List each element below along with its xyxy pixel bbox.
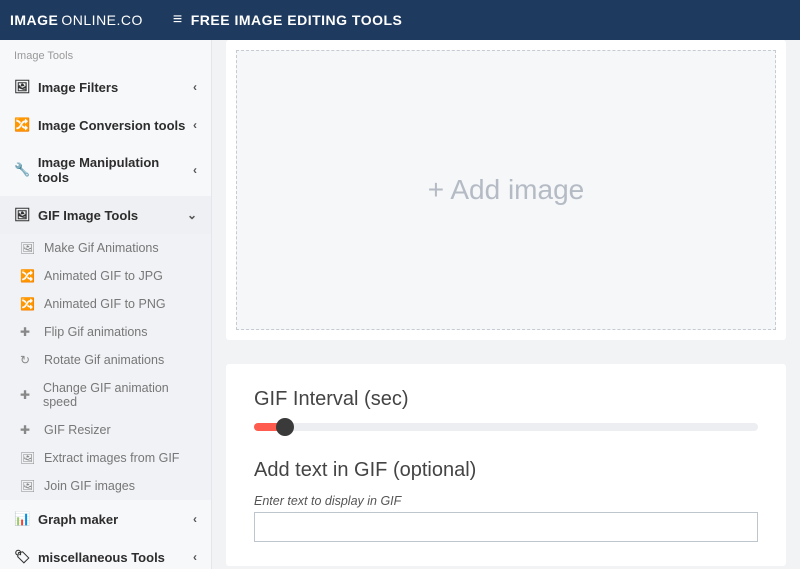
app-header: IMAGE ONLINE.CO ≡ FREE IMAGE EDITING TOO… [0,0,800,40]
sidebar-item-label: Image Conversion tools [38,118,185,133]
subitem-label: GIF Resizer [44,423,111,437]
chevron-left-icon: ‹ [193,512,197,526]
plus-icon: ✚ [20,325,38,339]
hamburger-icon: ≡ [173,12,183,28]
slider-track[interactable] [254,423,758,431]
add-text-title: Add text in GIF (optional) [254,459,758,482]
picture-icon: 🖼 [14,79,32,95]
subitem-gif-resizer[interactable]: ✚ GIF Resizer [0,416,211,444]
gif-text-input[interactable] [254,512,758,542]
subitem-label: Join GIF images [44,479,135,493]
slider-thumb[interactable] [276,418,294,436]
shuffle-icon: 🔀 [20,269,38,283]
gif-interval-title: GIF Interval (sec) [254,388,758,411]
main-menu-label: FREE IMAGE EDITING TOOLS [191,12,403,28]
gif-interval-slider[interactable] [254,423,758,431]
subitem-label: Animated GIF to JPG [44,269,163,283]
add-image-dropzone[interactable]: + Add image [236,50,776,330]
shuffle-icon: 🔀 [20,297,38,311]
sidebar-item-manipulation[interactable]: 🔧 Image Manipulation tools ‹ [0,144,211,196]
subitem-gif-to-png[interactable]: 🔀 Animated GIF to PNG [0,290,211,318]
tag-icon: 🏷 [14,549,32,565]
subitem-gif-to-jpg[interactable]: 🔀 Animated GIF to JPG [0,262,211,290]
site-logo[interactable]: IMAGE ONLINE.CO [10,12,143,28]
main-menu-toggle[interactable]: ≡ FREE IMAGE EDITING TOOLS [173,12,403,28]
shuffle-icon: 🔀 [14,117,32,133]
picture-icon: 🖼 [20,451,38,465]
subitem-change-speed[interactable]: ✚ Change GIF animation speed [0,374,211,416]
subitem-label: Rotate Gif animations [44,353,164,367]
picture-icon: 🖼 [20,479,38,493]
sidebar-item-filters[interactable]: 🖼 Image Filters ‹ [0,68,211,106]
settings-card: GIF Interval (sec) Add text in GIF (opti… [226,364,786,566]
chevron-left-icon: ‹ [193,163,197,177]
picture-icon: 🖼 [14,207,32,223]
text-input-hint: Enter text to display in GIF [254,494,758,508]
sidebar-item-label: Image Filters [38,80,118,95]
sidebar-item-label: Graph maker [38,512,118,527]
sidebar-heading: Image Tools [0,40,211,68]
subitem-flip-gif[interactable]: ✚ Flip Gif animations [0,318,211,346]
add-image-label: + Add image [428,174,584,206]
sidebar-item-conversion[interactable]: 🔀 Image Conversion tools ‹ [0,106,211,144]
rotate-icon: ↻ [20,353,38,367]
sidebar-item-misc[interactable]: 🏷 miscellaneous Tools ‹ [0,538,211,569]
subitem-extract-images[interactable]: 🖼 Extract images from GIF [0,444,211,472]
main-content: + Add image GIF Interval (sec) Add text … [212,40,800,569]
subitem-label: Animated GIF to PNG [44,297,166,311]
chevron-down-icon: ⌄ [187,208,197,222]
chevron-left-icon: ‹ [193,550,197,564]
plus-icon: ✚ [20,388,37,402]
sidebar-item-label: miscellaneous Tools [38,550,165,565]
bar-chart-icon: 📊 [14,511,32,527]
sidebar-item-label: GIF Image Tools [38,208,138,223]
logo-word-strong: IMAGE [10,12,58,28]
subitem-label: Change GIF animation speed [43,381,197,409]
subitem-label: Extract images from GIF [44,451,179,465]
subitem-join-gif[interactable]: 🖼 Join GIF images [0,472,211,500]
sidebar-item-gif-tools[interactable]: 🖼 GIF Image Tools ⌄ [0,196,211,234]
logo-word-thin: ONLINE.CO [61,12,143,28]
subitem-rotate-gif[interactable]: ↻ Rotate Gif animations [0,346,211,374]
wrench-icon: 🔧 [14,162,32,178]
sidebar: Image Tools 🖼 Image Filters ‹ 🔀 Image Co… [0,40,212,569]
chevron-left-icon: ‹ [193,118,197,132]
sidebar-item-label: Image Manipulation tools [38,155,193,185]
subitem-label: Flip Gif animations [44,325,148,339]
subitem-make-gif[interactable]: 🖼 Make Gif Animations [0,234,211,262]
subitem-label: Make Gif Animations [44,241,159,255]
sidebar-item-graph-maker[interactable]: 📊 Graph maker ‹ [0,500,211,538]
chevron-left-icon: ‹ [193,80,197,94]
plus-icon: ✚ [20,423,38,437]
upload-card: + Add image [226,40,786,340]
picture-icon: 🖼 [20,241,38,255]
